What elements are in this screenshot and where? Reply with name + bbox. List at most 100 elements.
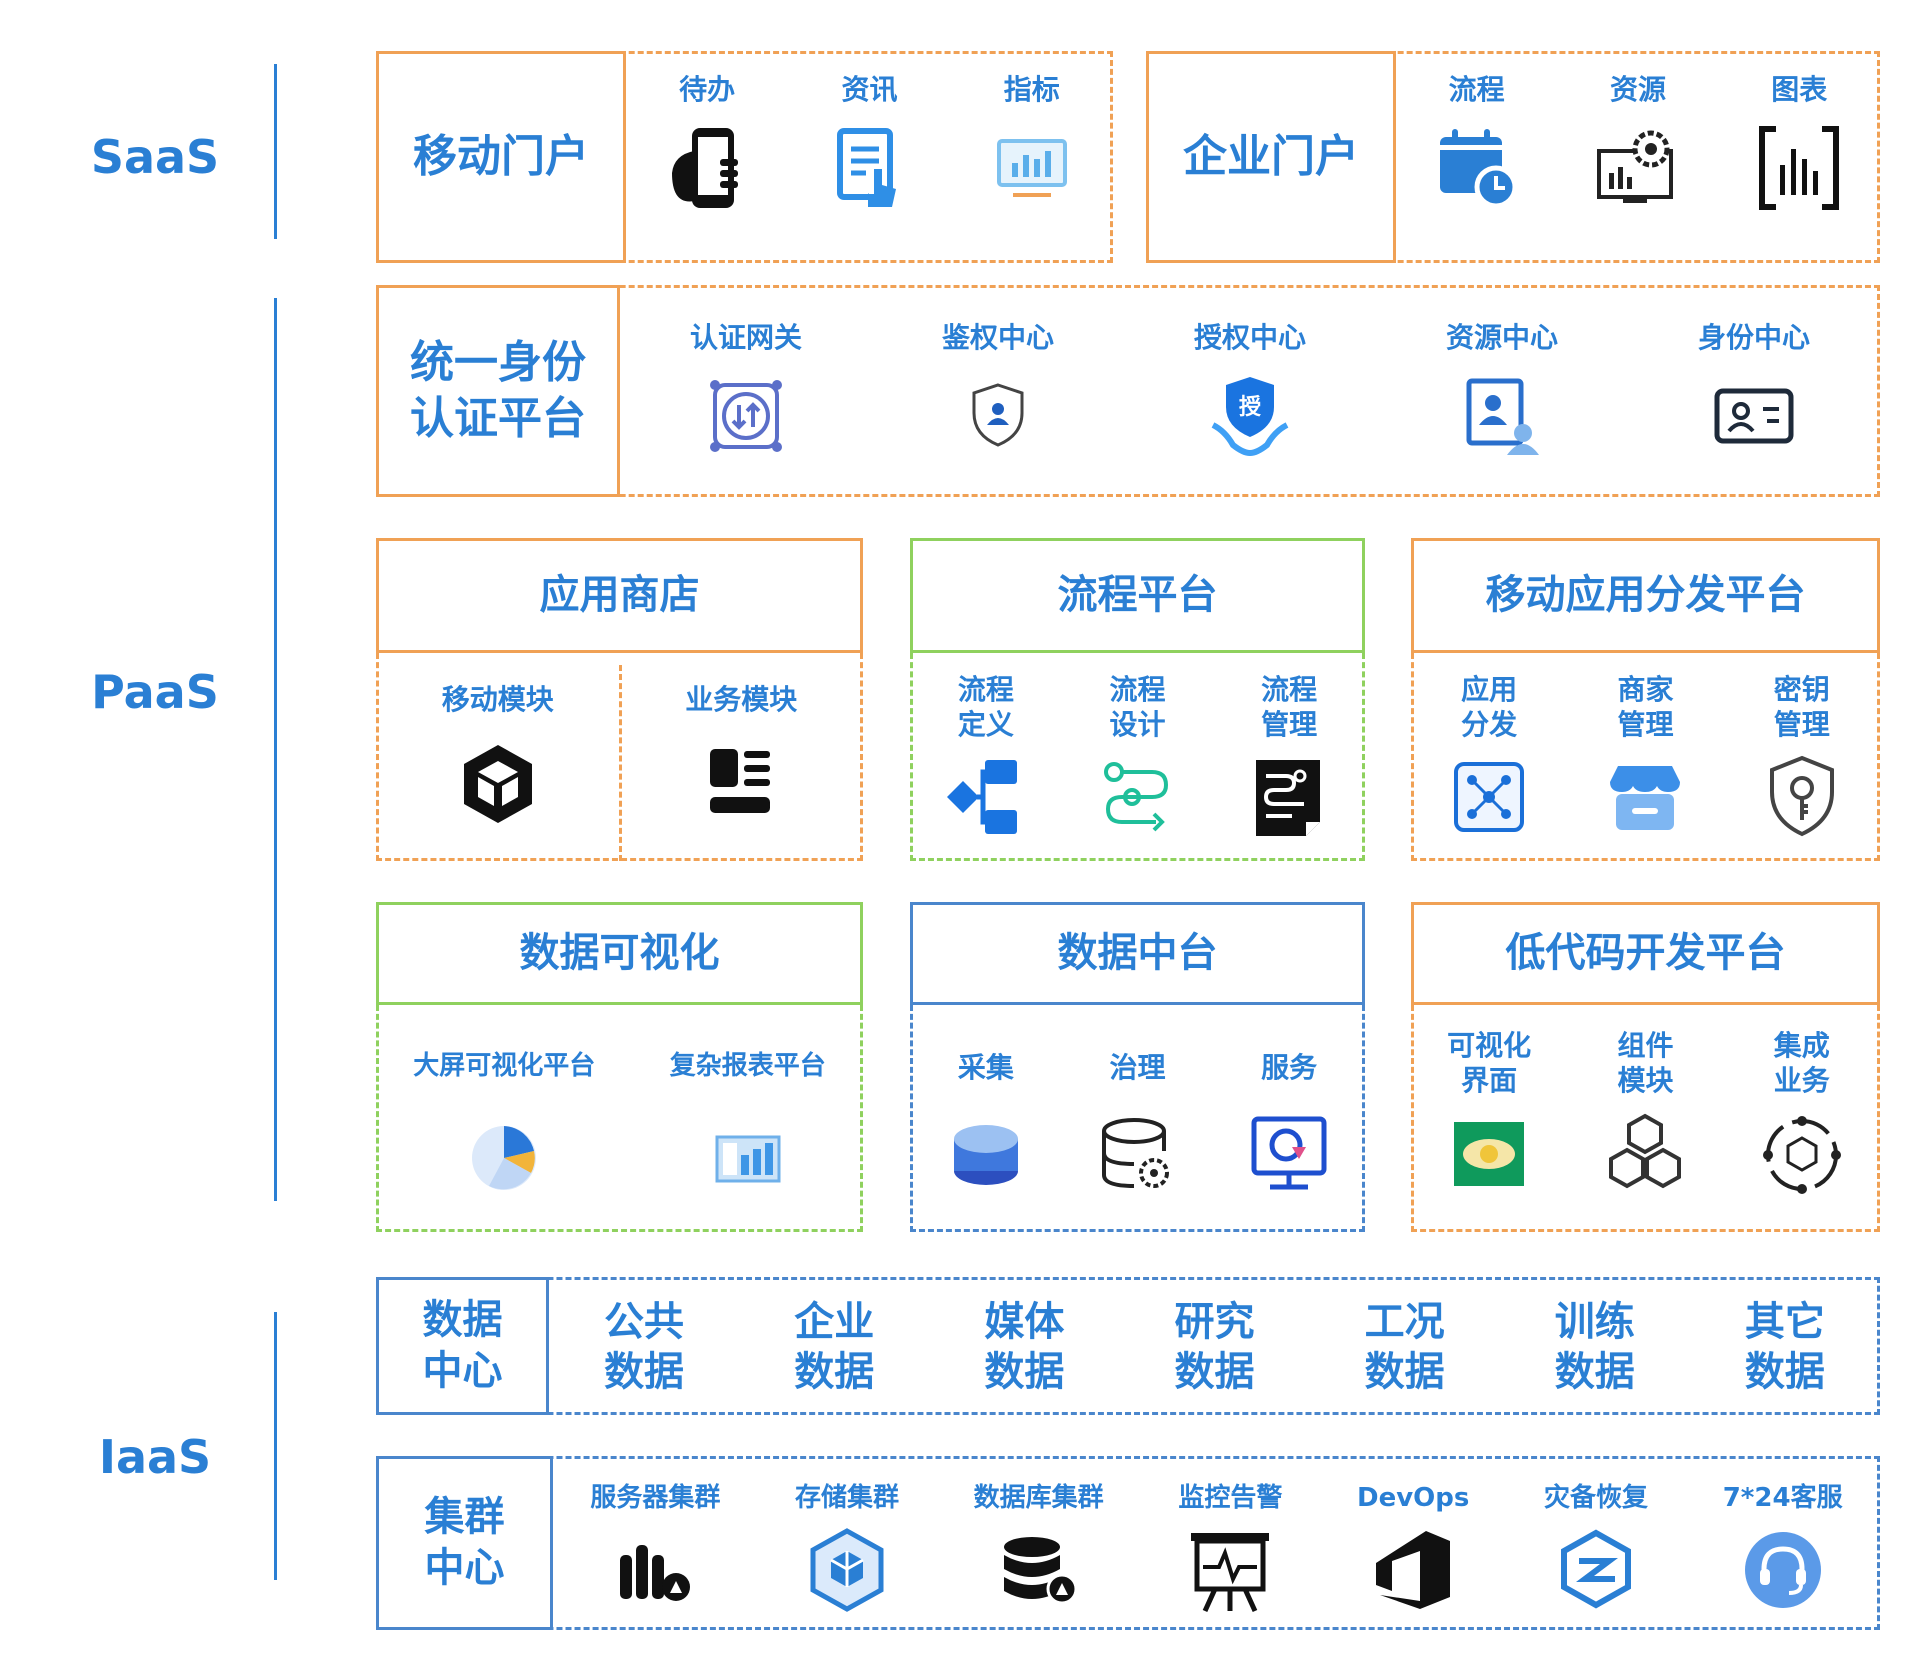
mobile-portal-item-news[interactable]: 资讯	[824, 72, 914, 213]
data-item-line1: 研究	[1174, 1299, 1255, 1345]
cluster-item-server[interactable]: 服务器集群	[590, 1482, 720, 1615]
cluster-item-monitor[interactable]: 监控告警	[1178, 1482, 1282, 1615]
item-label: 流程 设计	[1109, 673, 1166, 741]
data-visual-item-bigscreen[interactable]: 大屏可视化平台	[413, 1050, 595, 1203]
recovery-icon	[1561, 1529, 1632, 1608]
monitor-service-icon	[1251, 1116, 1327, 1190]
data-item-line2: 数据	[794, 1349, 875, 1395]
item-label: 组件 模块	[1617, 1029, 1674, 1097]
data-middle-title: 数据中台	[910, 902, 1365, 1005]
item-label: 7*24客服	[1722, 1483, 1843, 1513]
cluster-center-items: 服务器集群 存储集群 数据库集群 监控告警 DevOps 灾备恢复 7*24客服	[553, 1482, 1880, 1615]
process-item-manage[interactable]: 流程 管理	[1244, 672, 1334, 842]
cluster-item-recovery[interactable]: 灾备恢复	[1544, 1482, 1648, 1615]
module-list-icon	[710, 749, 771, 813]
shield-hand-icon: 授	[1211, 377, 1289, 457]
cubes-icon	[1609, 1113, 1682, 1189]
app-store-item-mobile[interactable]: 移动模块	[442, 682, 554, 829]
lowcode-item-visual[interactable]: 可视化 界面	[1444, 1028, 1534, 1200]
process-platform-items: 流程 定义 流程 设计 流程 管理	[910, 672, 1365, 842]
data-item-line1: 公共	[604, 1299, 685, 1345]
enterprise-portal-item-resource[interactable]: 资源	[1593, 72, 1683, 213]
item-label: DevOps	[1357, 1483, 1470, 1513]
item-label: 流程 定义	[957, 673, 1014, 741]
enterprise-portal-item-process[interactable]: 流程	[1432, 72, 1522, 213]
phone-hand-icon	[672, 128, 739, 208]
item-label: 业务模块	[685, 683, 798, 716]
distribution-item-key[interactable]: 密钥 管理	[1757, 672, 1847, 842]
lowcode-title: 低代码开发平台	[1411, 902, 1880, 1005]
data-center-title-line2: 中心	[422, 1348, 503, 1394]
data-center-item-training[interactable]: 训练 数据	[1549, 1297, 1641, 1397]
shield-user-icon	[972, 383, 1024, 447]
app-store-item-business[interactable]: 业务模块	[685, 682, 797, 829]
enterprise-portal-item-chart[interactable]: 图表	[1754, 72, 1844, 213]
mobile-distribution-items: 应用 分发 商家 管理 密钥 管理	[1411, 672, 1880, 842]
process-item-define[interactable]: 流程 定义	[941, 672, 1031, 842]
data-center-item-enterprise[interactable]: 企业 数据	[788, 1297, 880, 1397]
identity-items: 认证网关 鉴权中心 授权中心 授 资源中心 身份中心	[620, 320, 1880, 461]
item-label: 服务器集群	[590, 1483, 721, 1513]
flow-tree-icon	[946, 760, 1017, 834]
data-middle-item-service[interactable]: 服务	[1244, 1050, 1334, 1199]
report-icon	[715, 1135, 781, 1182]
cluster-item-devops[interactable]: DevOps	[1357, 1482, 1469, 1615]
data-middle-item-govern[interactable]: 治理	[1092, 1050, 1182, 1199]
mobile-portal-item-metrics[interactable]: 指标	[987, 72, 1077, 213]
item-label: 待办	[679, 73, 736, 106]
eye-screen-icon	[1454, 1122, 1525, 1186]
layer-label-iaas: IaaS	[98, 1430, 212, 1484]
data-middle-item-collect[interactable]: 采集	[941, 1050, 1031, 1199]
data-visual-item-report[interactable]: 复杂报表平台	[670, 1050, 826, 1203]
flow-doc-icon	[1256, 760, 1321, 836]
item-label: 采集	[957, 1051, 1014, 1084]
mobile-portal-item-todo[interactable]: 待办	[662, 72, 752, 213]
pie-chart-icon	[472, 1125, 537, 1190]
layer-label-saas: SaaS	[90, 130, 220, 184]
distribution-item-app[interactable]: 应用 分发	[1444, 672, 1534, 842]
item-label: 移动模块	[441, 683, 554, 716]
item-label: 鉴权中心	[941, 321, 1054, 354]
iaas-divider	[274, 1312, 277, 1580]
data-center-item-other[interactable]: 其它 数据	[1739, 1297, 1831, 1397]
gear-screen-icon	[1596, 130, 1673, 203]
data-center-item-media[interactable]: 媒体 数据	[978, 1297, 1070, 1397]
item-label: 复杂报表平台	[669, 1051, 826, 1081]
item-label: 图表	[1771, 73, 1828, 106]
item-label: 应用 分发	[1461, 673, 1518, 741]
cluster-item-database[interactable]: 数据库集群	[974, 1482, 1104, 1615]
cluster-item-storage[interactable]: 存储集群	[795, 1482, 899, 1615]
data-center-item-public[interactable]: 公共 数据	[598, 1297, 690, 1397]
distribution-item-merchant[interactable]: 商家 管理	[1600, 672, 1690, 842]
monitor-chart-icon	[996, 139, 1067, 197]
process-item-design[interactable]: 流程 设计	[1092, 672, 1182, 842]
item-label: 授权中心	[1193, 321, 1306, 354]
data-middle-items: 采集 治理 服务	[910, 1050, 1365, 1199]
data-center-item-research[interactable]: 研究 数据	[1168, 1297, 1260, 1397]
identity-item-resource[interactable]: 资源中心	[1446, 320, 1558, 461]
item-label: 资源	[1609, 73, 1666, 106]
identity-item-gateway[interactable]: 认证网关	[690, 320, 802, 461]
lowcode-item-component[interactable]: 组件 模块	[1600, 1028, 1690, 1200]
data-center-title: 数据 中心	[376, 1277, 549, 1415]
data-visual-title: 数据可视化	[376, 902, 863, 1005]
network-icon	[1454, 762, 1525, 832]
item-label: 集成 业务	[1773, 1029, 1830, 1097]
identity-item-identity[interactable]: 身份中心	[1698, 320, 1810, 461]
process-platform-title: 流程平台	[910, 538, 1365, 653]
lowcode-item-integrate[interactable]: 集成 业务	[1757, 1028, 1847, 1200]
cluster-center-title-line1: 集群	[424, 1493, 505, 1540]
devops-icon	[1376, 1530, 1451, 1609]
item-label: 治理	[1109, 1051, 1166, 1084]
enterprise-portal-title: 企业门户	[1146, 51, 1396, 263]
identity-title: 统一身份 认证平台	[376, 285, 620, 497]
cluster-item-support[interactable]: 7*24客服	[1723, 1482, 1843, 1615]
cluster-center-title: 集群 中心	[376, 1456, 553, 1630]
data-center-item-condition[interactable]: 工况 数据	[1359, 1297, 1451, 1397]
data-item-line2: 数据	[1174, 1349, 1255, 1395]
cluster-center-title-line2: 中心	[424, 1545, 505, 1591]
identity-item-authorize[interactable]: 授权中心 授	[1194, 320, 1306, 461]
item-label: 服务	[1261, 1051, 1318, 1084]
identity-item-authz[interactable]: 鉴权中心	[942, 320, 1054, 461]
data-item-line2: 数据	[1554, 1349, 1635, 1395]
